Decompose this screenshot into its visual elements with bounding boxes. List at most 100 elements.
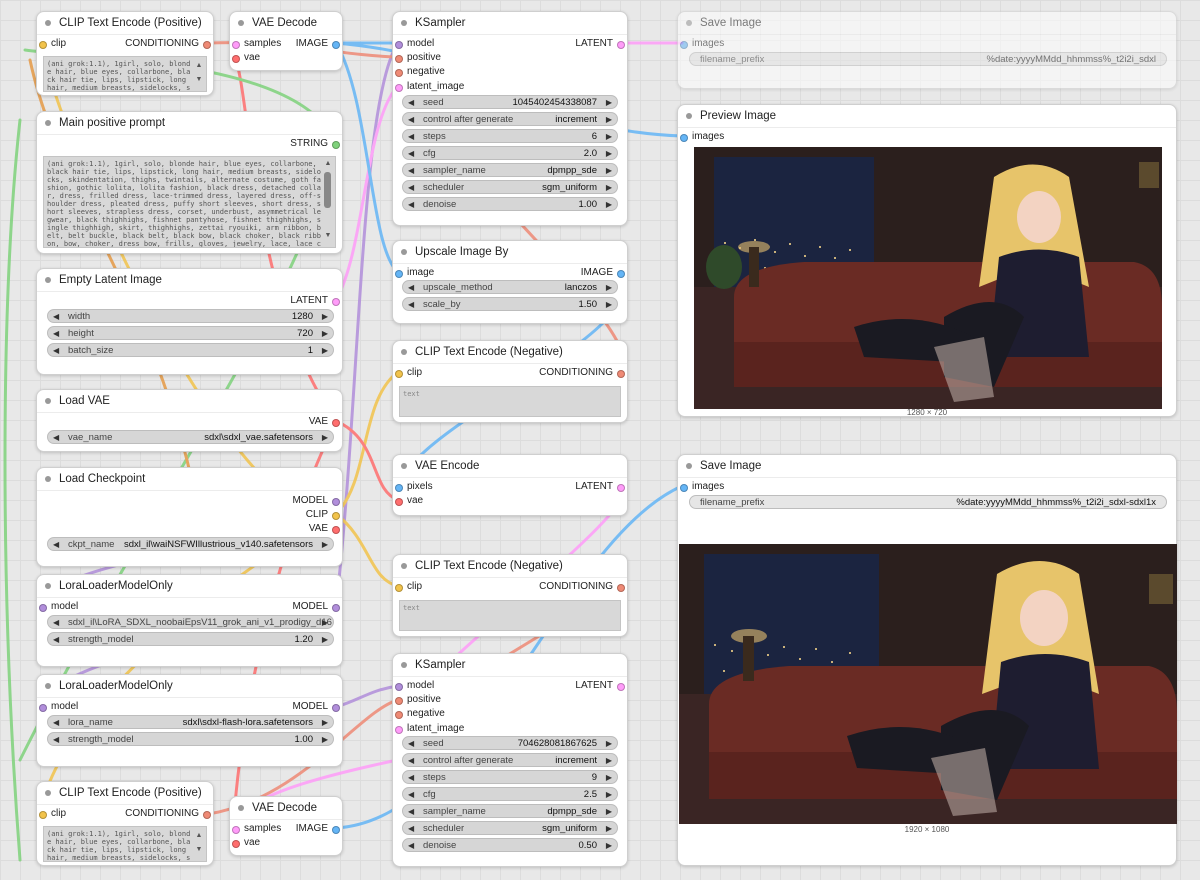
collapse-dot-icon[interactable] [45,120,51,126]
input-clip[interactable]: clip [37,807,66,821]
widget-cfg[interactable]: ◀ cfg 2.5 ▶ [402,787,618,801]
collapse-dot-icon[interactable] [686,463,692,469]
preview-output-image[interactable] [694,147,1162,409]
widget-ckpt-name[interactable]: ◀ ckpt_name sdxl_il\waiNSFWIllustrious_v14… [47,537,334,551]
node-clip-text-encode-positive-bottom[interactable]: CLIP Text Encode (Positive) clip CONDITI… [36,781,214,866]
increment-arrow-icon[interactable]: ▶ [606,96,612,108]
prompt-textarea[interactable]: (ani grok:1.1), 1girl, solo, blonde hair… [43,56,207,92]
input-image[interactable]: image [393,266,434,280]
prev-arrow-icon[interactable]: ◀ [408,164,414,176]
widget-upscale-method[interactable]: ◀ upscale_method lanczos ▶ [402,280,618,294]
node-upscale-image-by[interactable]: Upscale Image By image IMAGE ◀ upscale_me… [392,240,628,324]
collapse-dot-icon[interactable] [238,805,244,811]
output-conditioning[interactable]: CONDITIONING [125,807,213,821]
input-model[interactable]: model [37,700,78,714]
widget-lora-name[interactable]: ◀ sdxl_il\LoRA_SDXL_noobaiEpsV11_grok_ani… [47,615,334,629]
prev-arrow-icon[interactable]: ◀ [53,616,59,628]
node-vae-decode-bottom[interactable]: VAE Decode samples IMAGE vae [229,796,343,856]
next-arrow-icon[interactable]: ▶ [322,431,328,443]
widget-control-after-generate[interactable]: ◀ control after generate increment ▶ [402,753,618,767]
input-vae[interactable]: vae [230,51,260,65]
scroll-down-icon[interactable]: ▼ [195,76,203,83]
output-latent[interactable]: LATENT [290,294,342,308]
input-clip[interactable]: clip [393,366,422,380]
output-latent[interactable]: LATENT [575,679,627,693]
scroll-up-icon[interactable]: ▲ [195,62,203,69]
scroll-up-icon[interactable]: ▲ [324,160,332,167]
input-clip[interactable]: clip [37,37,66,51]
output-vae[interactable]: VAE [309,415,342,429]
output-conditioning[interactable]: CONDITIONING [539,580,627,594]
decrement-arrow-icon[interactable]: ◀ [53,633,59,645]
node-load-checkpoint[interactable]: Load Checkpoint MODEL CLIP VAE ◀ ckpt_nam… [36,467,343,567]
decrement-arrow-icon[interactable]: ◀ [408,147,414,159]
node-vae-decode-top[interactable]: VAE Decode samples IMAGE vae [229,11,343,71]
decrement-arrow-icon[interactable]: ◀ [53,344,59,356]
input-model[interactable]: model [393,679,434,693]
prev-arrow-icon[interactable]: ◀ [53,431,59,443]
input-positive[interactable]: positive [393,51,441,65]
decrement-arrow-icon[interactable]: ◀ [408,198,414,210]
collapse-dot-icon[interactable] [45,683,51,689]
node-lora-loader-1[interactable]: LoraLoaderModelOnly model MODEL ◀ sdxl_il… [36,574,343,667]
node-ksampler-2[interactable]: KSampler model LATENT positive negative … [392,653,628,867]
input-images[interactable]: images [678,130,724,144]
widget-filename-prefix[interactable]: filename_prefix %date:yyyyMMdd_hhmmss%_t2… [689,52,1167,66]
collapse-dot-icon[interactable] [401,20,407,26]
input-samples[interactable]: samples [230,37,281,51]
collapse-dot-icon[interactable] [45,398,51,404]
prev-arrow-icon[interactable]: ◀ [53,716,59,728]
increment-arrow-icon[interactable]: ▶ [606,298,612,310]
input-images[interactable]: images [678,480,724,494]
decrement-arrow-icon[interactable]: ◀ [408,771,414,783]
output-clip[interactable]: CLIP [306,508,342,522]
widget-sampler-name[interactable]: ◀ sampler_name dpmpp_sde ▶ [402,163,618,177]
prev-arrow-icon[interactable]: ◀ [408,181,414,193]
collapse-dot-icon[interactable] [45,583,51,589]
decrement-arrow-icon[interactable]: ◀ [53,733,59,745]
decrement-arrow-icon[interactable]: ◀ [408,298,414,310]
input-vae[interactable]: vae [393,494,423,508]
widget-filename-prefix[interactable]: filename_prefix %date:yyyyMMdd_hhmmss%_t2… [689,495,1167,509]
next-arrow-icon[interactable]: ▶ [606,164,612,176]
input-images[interactable]: images [678,37,724,51]
collapse-dot-icon[interactable] [45,790,51,796]
negative-prompt-textarea[interactable]: text [399,600,621,631]
input-negative[interactable]: negative [393,707,445,721]
widget-sampler-name[interactable]: ◀ sampler_name dpmpp_sde ▶ [402,804,618,818]
increment-arrow-icon[interactable]: ▶ [606,737,612,749]
next-arrow-icon[interactable]: ▶ [322,538,328,550]
output-vae[interactable]: VAE [309,522,342,536]
prev-arrow-icon[interactable]: ◀ [408,822,414,834]
increment-arrow-icon[interactable]: ▶ [322,344,328,356]
collapse-dot-icon[interactable] [45,476,51,482]
prev-arrow-icon[interactable]: ◀ [53,538,59,550]
decrement-arrow-icon[interactable]: ◀ [53,310,59,322]
collapse-dot-icon[interactable] [686,113,692,119]
decrement-arrow-icon[interactable]: ◀ [408,839,414,851]
decrement-arrow-icon[interactable]: ◀ [408,130,414,142]
widget-scheduler[interactable]: ◀ scheduler sgm_uniform ▶ [402,180,618,194]
node-save-image-2[interactable]: Save Image images filename_prefix %date:y… [677,454,1177,866]
decrement-arrow-icon[interactable]: ◀ [408,737,414,749]
input-latent-image[interactable]: latent_image [393,80,464,94]
prev-arrow-icon[interactable]: ◀ [408,113,414,125]
increment-arrow-icon[interactable]: ▶ [322,633,328,645]
prev-arrow-icon[interactable]: ◀ [408,754,414,766]
widget-vae-name[interactable]: ◀ vae_name sdxl\sdxl_vae.safetensors ▶ [47,430,334,444]
output-model[interactable]: MODEL [292,700,342,714]
next-arrow-icon[interactable]: ▶ [606,822,612,834]
collapse-dot-icon[interactable] [45,20,51,26]
increment-arrow-icon[interactable]: ▶ [606,788,612,800]
widget-steps[interactable]: ◀ steps 9 ▶ [402,770,618,784]
next-arrow-icon[interactable]: ▶ [606,805,612,817]
decrement-arrow-icon[interactable]: ◀ [53,327,59,339]
output-latent[interactable]: LATENT [575,480,627,494]
collapse-dot-icon[interactable] [686,20,692,26]
next-arrow-icon[interactable]: ▶ [322,616,328,628]
widget-width[interactable]: ◀ width 1280 ▶ [47,309,334,323]
scroll-up-icon[interactable]: ▲ [195,832,203,839]
increment-arrow-icon[interactable]: ▶ [606,147,612,159]
node-vae-encode[interactable]: VAE Encode pixels LATENT vae [392,454,628,516]
node-preview-image[interactable]: Preview Image images 1280 × 720 [677,104,1177,417]
